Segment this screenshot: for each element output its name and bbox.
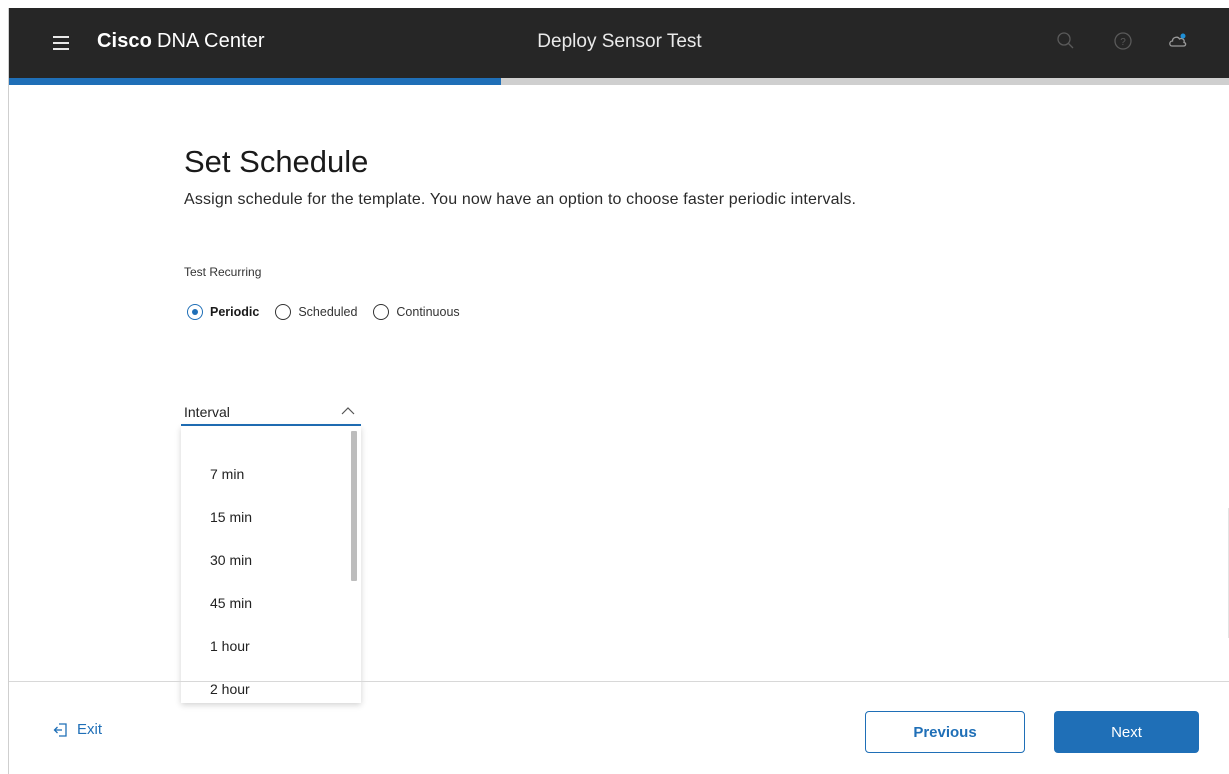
next-button[interactable]: Next [1054,711,1199,753]
help-icon[interactable]: ? [1112,30,1134,52]
radio-scheduled[interactable]: Scheduled [275,304,357,320]
test-recurring-label: Test Recurring [184,265,262,279]
search-icon[interactable] [1055,30,1077,52]
previous-button[interactable]: Previous [865,711,1025,753]
interval-option-1-hour[interactable]: 1 hour [181,625,351,667]
interval-option-2-hour[interactable]: 2 hour [181,668,351,703]
wizard-progress-fill [9,78,502,85]
chevron-up-icon [341,407,355,415]
radio-label: Continuous [396,305,460,319]
cloud-notification-icon[interactable] [1167,30,1189,52]
top-bar: Cisco DNA Center Deploy Sensor Test ? [9,8,1229,78]
radio-periodic[interactable]: Periodic [187,304,259,320]
radio-selected-icon [187,304,203,320]
app-window: Cisco DNA Center Deploy Sensor Test ? Set… [8,8,1229,774]
footer-divider [9,681,1229,682]
interval-dropdown[interactable]: Interval [181,390,361,426]
exit-label: Exit [77,721,103,738]
radio-unselected-icon [373,304,390,320]
interval-dropdown-label: Interval [184,404,230,420]
exit-icon [53,722,67,737]
brand-cisco: Cisco [97,30,152,52]
exit-button[interactable]: Exit [53,721,102,738]
brand-product: DNA Center [156,30,265,52]
hamburger-menu-icon[interactable] [53,36,69,50]
interval-option-30-min[interactable]: 30 min [181,539,351,581]
page-heading: Deploy Sensor Test [537,31,702,52]
page-subtitle: Assign schedule for the template. You no… [184,191,857,208]
wizard-progress-bar [9,78,1229,85]
interval-list-scrollbar[interactable] [351,431,357,581]
interval-option-7-min[interactable]: 7 min [181,453,351,495]
interval-option-15-min[interactable]: 15 min [181,496,351,538]
svg-text:?: ? [1120,37,1126,48]
interval-options-list: 7 min 15 min 30 min 45 min 1 hour 2 hour [181,426,361,703]
radio-unselected-icon [275,304,292,320]
radio-label: Scheduled [298,305,358,319]
brand-logo[interactable]: Cisco DNA Center [97,30,265,53]
test-recurring-radio-group: Periodic Scheduled Continuous [187,302,476,322]
page-title: Set Schedule [184,144,369,179]
radio-label: Periodic [210,305,260,319]
interval-option-45-min[interactable]: 45 min [181,582,351,624]
radio-continuous[interactable]: Continuous [373,304,460,320]
